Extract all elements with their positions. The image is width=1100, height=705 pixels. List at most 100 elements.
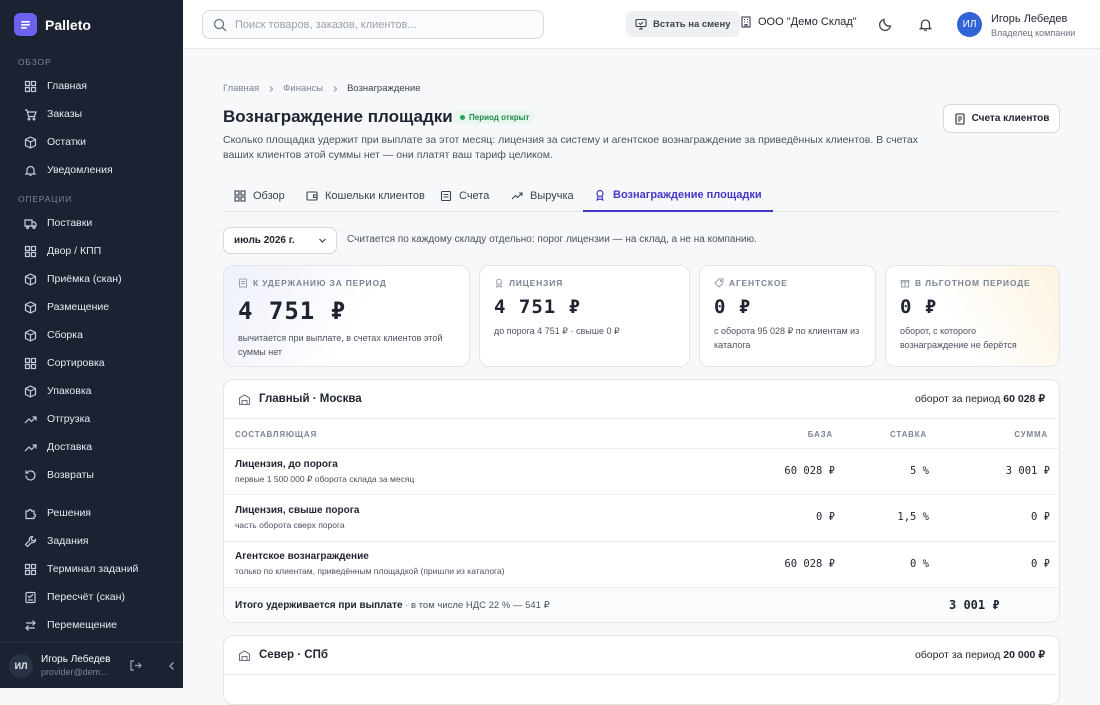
sidebar-item-label: Решения [47, 507, 91, 519]
breadcrumb-finance[interactable]: Финансы [283, 83, 323, 94]
invoice-icon [440, 190, 452, 201]
grid-icon [24, 357, 37, 369]
chevron-right-icon [269, 85, 274, 92]
sidebar-item-shipping[interactable]: Отгрузка [14, 407, 172, 431]
sidebar-item-placement[interactable]: Размещение [14, 295, 172, 319]
row-base: 0 ₽ [816, 511, 835, 523]
search-box[interactable] [202, 10, 544, 39]
notifications-button[interactable] [916, 15, 934, 33]
filter-note: Считается по каждому складу отдельно: по… [347, 234, 757, 245]
sidebar-item-sorting[interactable]: Сортировка [14, 351, 172, 375]
month-select[interactable]: июль 2026 г. [223, 227, 337, 254]
sidebar-item-yard[interactable]: Двор / КПП [14, 239, 172, 263]
client-accounts-button[interactable]: Счета клиентов [943, 104, 1060, 133]
sidebar-item-notifications[interactable]: Уведомления [14, 158, 172, 182]
sidebar-item-receiving[interactable]: Приёмка (скан) [14, 267, 172, 291]
warehouse-name: Главный · Москва [259, 393, 362, 405]
sidebar-item-home[interactable]: Главная [14, 74, 172, 98]
status-dot-icon [460, 114, 465, 120]
theme-toggle-button[interactable] [876, 15, 894, 33]
page-description: Сколько площадка удержит при выплате за … [223, 134, 918, 161]
grid-icon [24, 80, 37, 92]
user-name: Игорь Лебедев [991, 13, 1068, 25]
month-select-value: июль 2026 г. [234, 235, 295, 246]
avatar[interactable]: ИЛ [9, 653, 33, 678]
card-note: вычитается при выплате, в счетах клиенто… [238, 333, 443, 357]
tab-bar: Обзор Кошельки клиентов Счета Выручка Во… [223, 179, 1060, 212]
tag-icon [714, 278, 724, 288]
sidebar-item-tasks[interactable]: Задания [14, 529, 172, 553]
card-note: с оборота 95 028 ₽ по клиентам из катало… [714, 326, 860, 350]
tab-client-wallets[interactable]: Кошельки клиентов [306, 179, 425, 212]
building-icon [741, 16, 751, 28]
avatar[interactable]: ИЛ [957, 12, 982, 37]
sidebar-item-packing[interactable]: Упаковка [14, 379, 172, 403]
warehouse-panel-moscow: Главный · Москва оборот за период 60 028… [223, 379, 1060, 623]
sidebar-item-label: Двор / КПП [47, 245, 102, 257]
table-row: Лицензия, до порога первые 1 500 000 ₽ о… [224, 448, 1059, 494]
invoice-icon [955, 112, 965, 125]
tab-invoices[interactable]: Счета [440, 179, 489, 212]
column-header: СУММА [1014, 430, 1048, 439]
tab-platform-reward[interactable]: Вознаграждение площадки [583, 179, 773, 212]
card-title: ЛИЦЕНЗИЯ [509, 278, 564, 288]
sidebar-item-supplies[interactable]: Поставки [14, 211, 172, 235]
column-header: СТАВКА [890, 430, 927, 439]
card-note: до порога 4 751 ₽ · свыше 0 ₽ [494, 326, 620, 336]
card-agency: АГЕНТСКОЕ 0 ₽ с оборота 95 028 ₽ по клие… [699, 265, 876, 367]
sidebar-item-task-terminal[interactable]: Терминал заданий [14, 557, 172, 581]
trend-up-icon [511, 191, 523, 199]
sidebar-item-returns[interactable]: Возвраты [14, 463, 172, 487]
sidebar-item-label: Упаковка [47, 385, 92, 397]
card-title: К УДЕРЖАНИЮ ЗА ПЕРИОД [253, 278, 387, 288]
card-license: ЛИЦЕНЗИЯ 4 751 ₽ до порога 4 751 ₽ · свы… [479, 265, 690, 367]
tab-overview[interactable]: Обзор [234, 179, 285, 212]
search-icon [213, 18, 227, 31]
checklist-icon [25, 591, 36, 603]
tab-label: Кошельки клиентов [325, 189, 425, 202]
sidebar-item-orders[interactable]: Заказы [14, 102, 172, 126]
collapse-sidebar-icon[interactable] [166, 660, 178, 672]
truck-icon [24, 218, 37, 229]
sidebar-item-label: Задания [47, 535, 89, 547]
card-grace-period: В ЛЬГОТНОМ ПЕРИОДЕ 0 ₽ оборот, с которог… [885, 265, 1060, 367]
sidebar-item-recount[interactable]: Пересчёт (скан) [14, 585, 172, 609]
start-shift-button[interactable]: Встать на смену [626, 11, 740, 37]
row-sum: 0 ₽ [1031, 511, 1050, 523]
moon-icon [878, 18, 891, 31]
row-name: Лицензия, свыше порога [235, 505, 360, 516]
status-badge: Период открыт [453, 110, 536, 124]
return-icon [25, 469, 36, 481]
sidebar-item-transfer[interactable]: Перемещение [14, 613, 172, 637]
puzzle-icon [25, 508, 37, 519]
logout-icon[interactable] [129, 659, 142, 672]
gift-icon [900, 280, 910, 288]
sidebar-item-stock[interactable]: Остатки [14, 130, 172, 154]
sidebar-item-label: Заказы [47, 108, 83, 120]
card-value: 4 751 ₽ [238, 297, 347, 325]
total-note: · в том числе НДС 22 % — 541 ₽ [402, 600, 550, 611]
sidebar-item-label: Пересчёт (скан) [47, 591, 125, 603]
row-base: 60 028 ₽ [784, 558, 835, 570]
tab-revenue[interactable]: Выручка [511, 179, 574, 212]
breadcrumb-home[interactable]: Главная [223, 83, 259, 94]
sidebar-item-label: Уведомления [47, 164, 113, 176]
total-row: Итого удерживается при выплате · в том ч… [224, 587, 1059, 622]
row-sum: 3 001 ₽ [1005, 465, 1050, 477]
turnover-label: оборот за период [914, 393, 1001, 405]
user-menu[interactable]: Игорь Лебедев Владелец компании [991, 13, 1075, 38]
box-icon [24, 384, 37, 398]
cart-icon [25, 108, 37, 121]
sidebar-item-picking[interactable]: Сборка [14, 323, 172, 347]
org-switcher[interactable]: ООО "Демо Склад" [740, 16, 857, 28]
row-sum: 0 ₽ [1031, 558, 1050, 570]
brand[interactable]: Palleto [14, 13, 91, 36]
row-name: Агентское вознаграждение [235, 551, 369, 562]
search-input[interactable] [235, 18, 525, 31]
sidebar-item-solutions[interactable]: Решения [14, 501, 172, 525]
brand-name: Palleto [45, 16, 91, 33]
sidebar-item-delivery[interactable]: Доставка [14, 435, 172, 459]
sidebar: Palleto ОБЗОР Главная Заказы Остатки Уве… [0, 0, 183, 688]
tab-label: Счета [459, 189, 490, 202]
section-label-overview: ОБЗОР [18, 57, 52, 67]
